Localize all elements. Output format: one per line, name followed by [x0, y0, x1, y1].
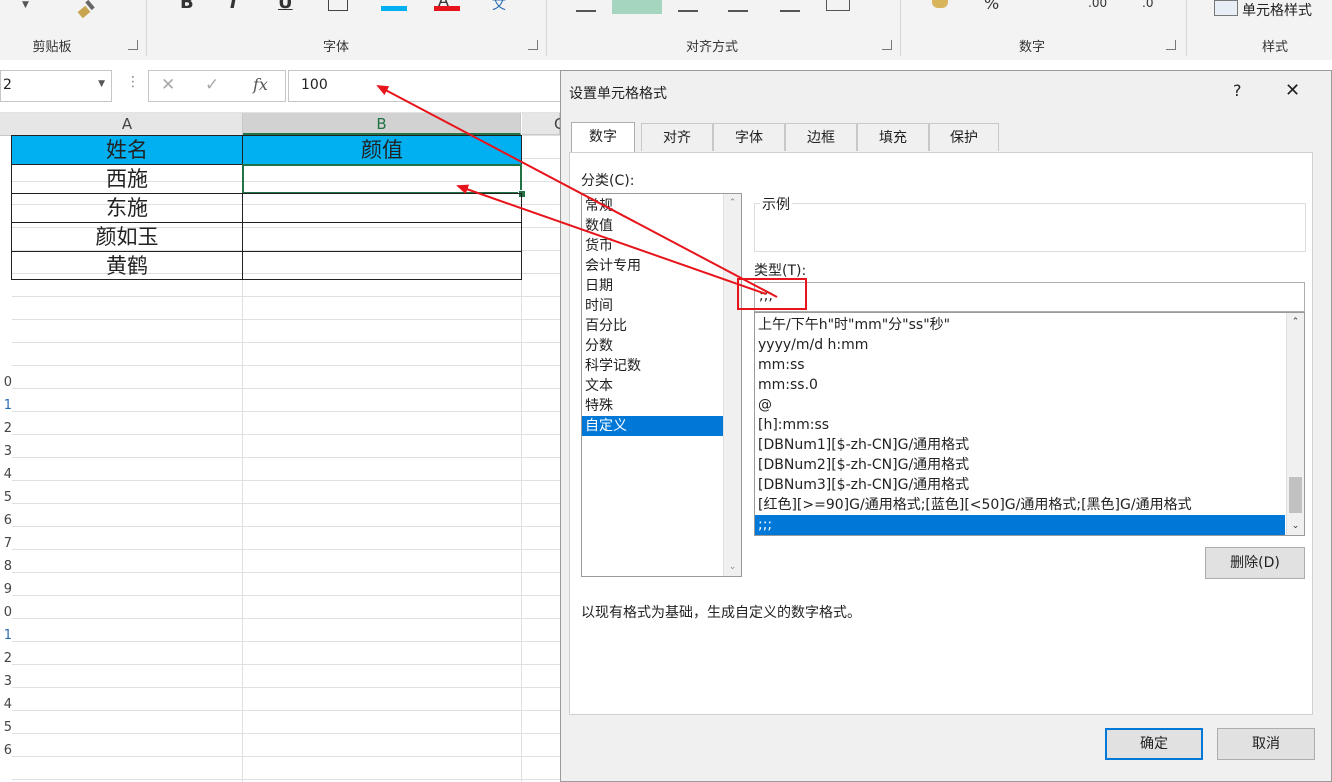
- annotation-arrows: [376, 85, 778, 298]
- arrow-to-active-cell: [456, 184, 767, 295]
- arrow-to-formula-bar: [376, 85, 778, 298]
